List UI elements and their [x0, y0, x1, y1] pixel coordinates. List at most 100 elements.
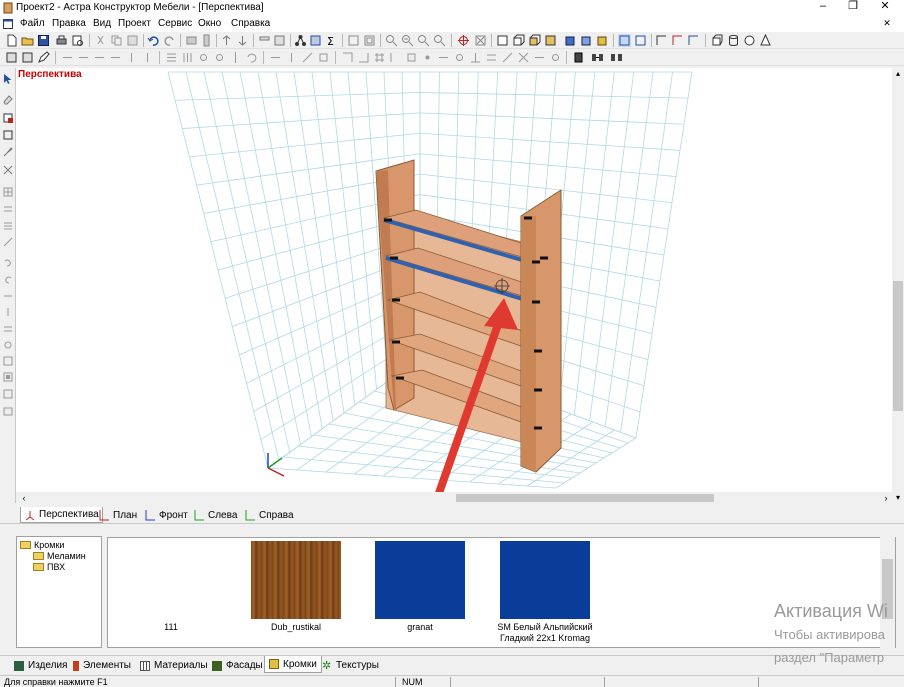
fastener-icon[interactable] [572, 51, 585, 64]
tab-facades[interactable]: Фасады [212, 658, 263, 673]
brush-icon[interactable] [2, 146, 14, 158]
hierarchy-icon[interactable] [294, 34, 307, 47]
rotate-right-icon[interactable] [2, 273, 14, 285]
delete-icon[interactable] [2, 164, 14, 176]
flip-v-icon[interactable] [2, 306, 14, 318]
offset-icon[interactable] [2, 323, 14, 335]
box-icon[interactable] [273, 34, 286, 47]
tab-front[interactable]: Фронт [144, 507, 188, 523]
panel-edit-icon[interactable] [21, 51, 34, 64]
view-texture-icon[interactable] [544, 34, 557, 47]
panel-icon[interactable] [185, 34, 198, 47]
document-icon[interactable] [3, 19, 13, 29]
cube-icon[interactable] [711, 34, 724, 47]
snap-point-icon[interactable] [421, 51, 434, 64]
tab-elements[interactable]: Элементы [73, 658, 131, 673]
snap-icon[interactable] [341, 51, 354, 64]
paint-icon[interactable] [2, 112, 14, 124]
align-icon[interactable] [61, 51, 74, 64]
menu-service[interactable]: Сервис [158, 18, 192, 29]
rotate-left-icon[interactable] [2, 256, 14, 268]
print-preview-icon[interactable] [71, 34, 84, 47]
snap-center-icon[interactable] [453, 51, 466, 64]
copy-icon[interactable] [110, 34, 123, 47]
rotate-free-icon[interactable] [2, 339, 14, 351]
viewport-horizontal-scrollbar[interactable]: ‹ › [16, 492, 892, 504]
swatch-item[interactable]: Dub_rustikal [237, 538, 355, 649]
pencil-icon[interactable] [37, 51, 50, 64]
align-alt-icon[interactable] [77, 51, 90, 64]
tree-node-root[interactable]: Кромки [20, 540, 64, 550]
cone-icon[interactable] [759, 34, 772, 47]
view-front-icon[interactable] [496, 34, 509, 47]
flip-h-icon[interactable] [2, 290, 14, 302]
menu-help[interactable]: Справка [231, 18, 270, 29]
frame-inner-icon[interactable] [363, 34, 376, 47]
distribute-alt-icon[interactable] [181, 51, 194, 64]
diagonal-icon[interactable] [2, 236, 14, 248]
rotate-icon[interactable] [245, 51, 258, 64]
snap-int-icon[interactable] [517, 51, 530, 64]
scroll-left-arrow-icon[interactable]: ‹ [18, 492, 30, 504]
tab-left[interactable]: Слева [193, 507, 237, 523]
new-file-icon[interactable] [5, 34, 18, 47]
snap-grid-icon[interactable] [373, 51, 386, 64]
move-down-icon[interactable] [236, 34, 249, 47]
sphere-icon[interactable] [743, 34, 756, 47]
sum-icon[interactable]: Σ [325, 34, 338, 47]
print-icon[interactable] [55, 34, 68, 47]
snap-alt-icon[interactable] [357, 51, 370, 64]
snap-tan-icon[interactable] [549, 51, 562, 64]
tab-right[interactable]: Справа [244, 507, 294, 523]
size-y-icon[interactable] [285, 51, 298, 64]
panel-tool-icon[interactable] [5, 51, 18, 64]
tab-edges[interactable]: Кромки [264, 656, 322, 673]
frame-alt-icon[interactable] [2, 371, 14, 383]
undo-icon[interactable] [147, 34, 160, 47]
dimension-blue-icon[interactable] [687, 34, 700, 47]
center-alt-icon[interactable] [213, 51, 226, 64]
cylinder-icon[interactable] [727, 34, 740, 47]
snap-par-icon[interactable] [485, 51, 498, 64]
cut-icon[interactable] [94, 34, 107, 47]
view-box-icon[interactable] [512, 34, 525, 47]
snap-mid-icon[interactable] [437, 51, 450, 64]
swatch-item[interactable]: SM Белый Альпийский Гладкий 22x1 Kromag [486, 538, 604, 649]
tab-materials[interactable]: Материалы [140, 658, 208, 673]
properties-icon[interactable] [2, 388, 14, 400]
zoom-out-icon[interactable] [401, 34, 414, 47]
frame-icon[interactable] [347, 34, 360, 47]
panel-vertical-icon[interactable] [200, 34, 213, 47]
view-blue-open-icon[interactable] [580, 34, 593, 47]
restore-button[interactable]: ❐ [838, 0, 868, 14]
fittings-icon[interactable] [309, 34, 322, 47]
eraser-icon[interactable] [2, 93, 14, 105]
snap-near-icon[interactable] [501, 51, 514, 64]
menu-view[interactable]: Вид [93, 18, 111, 29]
view-blue-icon[interactable] [564, 34, 577, 47]
scroll-down-arrow-icon[interactable]: ▾ [892, 492, 904, 504]
tree-node-pvc[interactable]: ПВХ [33, 562, 65, 572]
tab-plan[interactable]: План [98, 507, 137, 523]
menu-file[interactable]: Файл [20, 18, 45, 29]
grid-tool-icon[interactable] [2, 186, 14, 198]
viewport-vertical-scrollbar[interactable]: ▴ ▾ [892, 68, 904, 504]
swatch-item[interactable]: 111 [112, 538, 230, 649]
zoom-all-icon[interactable] [433, 34, 446, 47]
size-all-icon[interactable] [317, 51, 330, 64]
perspective-viewport[interactable]: Перспектива [16, 68, 892, 492]
open-folder-icon[interactable] [21, 34, 34, 47]
level-alt-icon[interactable] [2, 220, 14, 232]
menu-project[interactable]: Проект [118, 18, 151, 29]
mdi-close-button[interactable]: ✕ [872, 17, 902, 31]
center-icon[interactable] [197, 51, 210, 64]
select-arrow-icon[interactable] [2, 73, 14, 85]
fastener-pair-icon[interactable] [591, 51, 604, 64]
zoom-in-icon[interactable] [385, 34, 398, 47]
view-mode-alt-icon[interactable] [634, 34, 647, 47]
align-top-icon[interactable] [125, 51, 138, 64]
view-mode-icon[interactable] [618, 34, 631, 47]
menu-window[interactable]: Окно [198, 18, 221, 29]
align-bottom-icon[interactable] [141, 51, 154, 64]
dimension-icon[interactable] [655, 34, 668, 47]
